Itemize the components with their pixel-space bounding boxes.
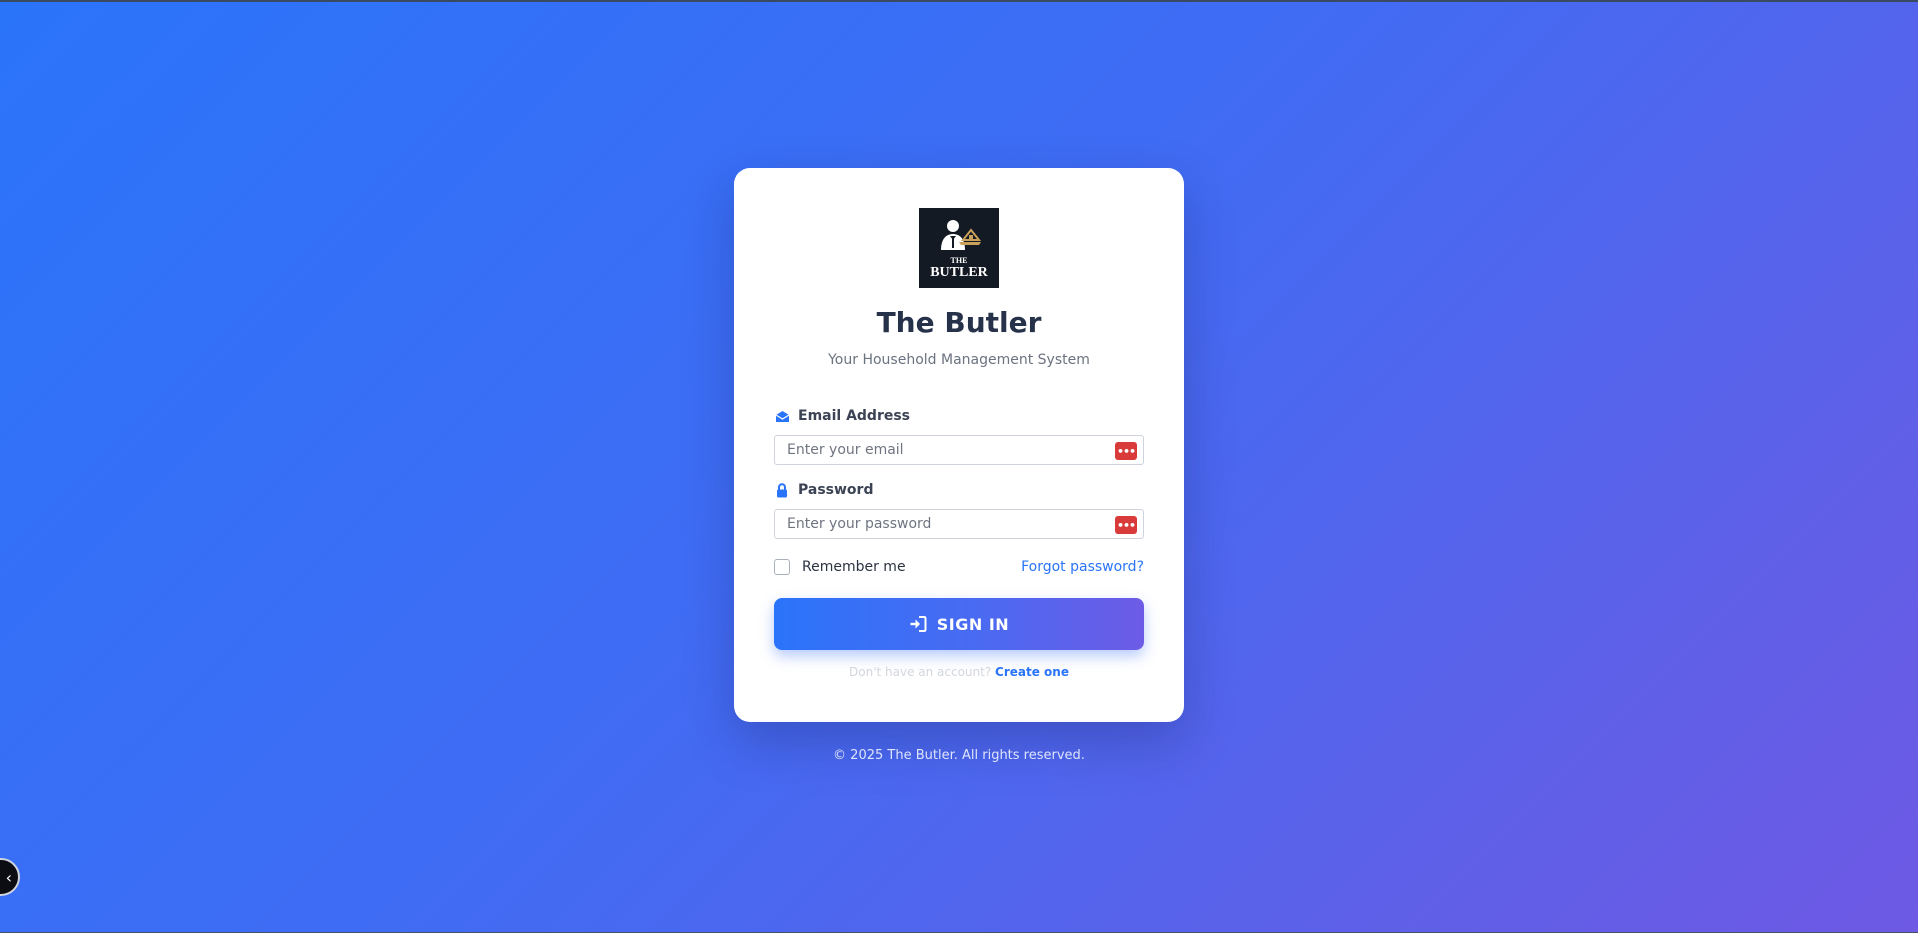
page-title: The Butler: [876, 306, 1042, 339]
butler-logo: THE BUTLER: [919, 208, 999, 288]
create-account-link[interactable]: Create one: [995, 665, 1069, 679]
logo-text-big: BUTLER: [930, 265, 988, 280]
email-field-wrapper: •••: [774, 435, 1144, 465]
sign-in-icon: [909, 615, 927, 633]
no-account-text: Don't have an account?: [849, 665, 992, 679]
create-account-row: Don't have an account? Create one: [734, 665, 1184, 679]
password-manager-icon[interactable]: •••: [1115, 516, 1137, 534]
copyright-footer: © 2025 The Butler. All rights reserved.: [833, 748, 1085, 763]
butler-logo-graphic: THE BUTLER: [919, 208, 999, 288]
email-label-text: Email Address: [798, 408, 911, 424]
page-subtitle: Your Household Management System: [828, 352, 1090, 368]
remember-me-checkbox[interactable]: [774, 559, 790, 575]
sign-in-button[interactable]: SIGN IN: [774, 598, 1144, 650]
logo-text-small: THE: [951, 256, 968, 265]
envelope-icon: [774, 408, 790, 424]
sign-in-label: SIGN IN: [936, 614, 1010, 634]
top-border: [0, 0, 1918, 2]
remember-me-row[interactable]: Remember me: [774, 557, 906, 577]
password-field-wrapper: •••: [774, 509, 1144, 539]
email-input[interactable]: [775, 436, 1143, 464]
forgot-password-link[interactable]: Forgot password?: [1021, 557, 1144, 577]
floating-action-button[interactable]: ‹: [0, 858, 20, 896]
password-label: Password: [774, 480, 873, 500]
email-label: Email Address: [774, 406, 910, 426]
lock-icon: [774, 482, 790, 498]
password-label-text: Password: [798, 482, 874, 498]
password-manager-icon[interactable]: •••: [1115, 442, 1137, 460]
chevron-left-icon: ‹: [5, 867, 12, 887]
password-input[interactable]: [775, 510, 1143, 538]
remember-me-label[interactable]: Remember me: [802, 559, 906, 575]
login-card: THE BUTLER The Butler Your Household Man…: [734, 168, 1184, 722]
